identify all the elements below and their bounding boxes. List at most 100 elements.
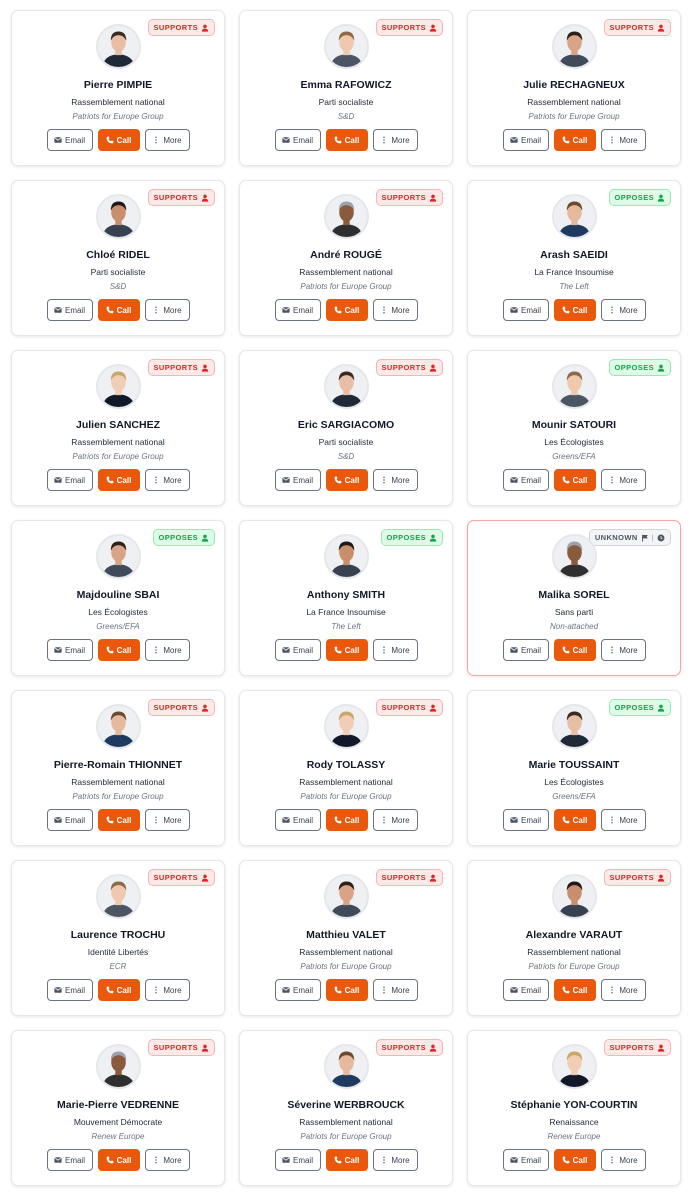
email-button[interactable]: Email <box>46 1149 93 1171</box>
mail-icon <box>510 477 518 483</box>
more-button[interactable]: More <box>600 1149 646 1171</box>
call-button[interactable]: Call <box>325 809 368 831</box>
email-button[interactable]: Email <box>274 979 321 1001</box>
mep-party: Identité Libertés <box>87 947 149 957</box>
call-button[interactable]: Call <box>553 299 596 321</box>
more-button[interactable]: More <box>600 469 646 491</box>
stance-badge[interactable]: SUPPORTS <box>147 19 215 36</box>
call-button[interactable]: Call <box>325 1149 368 1171</box>
more-button[interactable]: More <box>600 639 646 661</box>
stance-badge[interactable]: OPPOSES <box>152 529 215 546</box>
call-button[interactable]: Call <box>97 639 140 661</box>
avatar <box>551 364 597 409</box>
mep-party: Les Écologistes <box>544 777 604 787</box>
stance-badge[interactable]: SUPPORTS <box>147 869 215 886</box>
stance-badge[interactable]: UNKNOWN | <box>588 529 671 546</box>
call-button[interactable]: Call <box>553 639 596 661</box>
email-button[interactable]: Email <box>274 129 321 151</box>
more-button[interactable]: More <box>144 1149 190 1171</box>
stance-badge[interactable]: OPPOSES <box>608 699 671 716</box>
email-button[interactable]: Email <box>274 639 321 661</box>
mep-card: SUPPORTS Pierre PIMPIE Rassemblement nat… <box>11 10 225 166</box>
mep-name: Anthony SMITH <box>306 589 386 601</box>
avatar <box>323 1044 369 1089</box>
call-button[interactable]: Call <box>553 469 596 491</box>
more-button[interactable]: More <box>600 979 646 1001</box>
email-button[interactable]: Email <box>274 809 321 831</box>
call-button[interactable]: Call <box>553 1149 596 1171</box>
more-button[interactable]: More <box>144 299 190 321</box>
call-button[interactable]: Call <box>97 809 140 831</box>
stance-badge[interactable]: OPPOSES <box>608 189 671 206</box>
stance-badge[interactable]: SUPPORTS <box>375 19 443 36</box>
mep-card: OPPOSES Anthony SMITH La France Insoumis… <box>239 520 453 676</box>
more-button[interactable]: More <box>144 469 190 491</box>
more-button[interactable]: More <box>372 469 418 491</box>
email-button[interactable]: Email <box>274 469 321 491</box>
stance-badge[interactable]: OPPOSES <box>608 359 671 376</box>
stance-badge[interactable]: SUPPORTS <box>375 1039 443 1056</box>
email-button[interactable]: Email <box>46 979 93 1001</box>
mail-icon <box>510 647 518 653</box>
email-button[interactable]: Email <box>46 639 93 661</box>
call-button[interactable]: Call <box>325 299 368 321</box>
email-button[interactable]: Email <box>46 299 93 321</box>
call-button[interactable]: Call <box>553 129 596 151</box>
stance-badge[interactable]: SUPPORTS <box>603 869 671 886</box>
stance-badge[interactable]: SUPPORTS <box>147 189 215 206</box>
more-button[interactable]: More <box>144 979 190 1001</box>
email-button[interactable]: Email <box>502 639 549 661</box>
stance-badge[interactable]: SUPPORTS <box>147 699 215 716</box>
email-button[interactable]: Email <box>502 129 549 151</box>
call-button[interactable]: Call <box>553 979 596 1001</box>
stance-badge[interactable]: SUPPORTS <box>147 1039 215 1056</box>
email-button[interactable]: Email <box>46 469 93 491</box>
mep-name: Marie-Pierre VEDRENNE <box>57 1099 179 1111</box>
more-button[interactable]: More <box>600 299 646 321</box>
email-button[interactable]: Email <box>46 809 93 831</box>
call-button[interactable]: Call <box>325 129 368 151</box>
more-button[interactable]: More <box>372 129 418 151</box>
stance-badge[interactable]: SUPPORTS <box>375 869 443 886</box>
mep-card: SUPPORTS Chloé RIDEL Parti socialiste S&… <box>11 180 225 336</box>
phone-icon <box>334 306 342 314</box>
more-button[interactable]: More <box>144 639 190 661</box>
stance-badge[interactable]: SUPPORTS <box>603 19 671 36</box>
email-button[interactable]: Email <box>502 979 549 1001</box>
email-button[interactable]: Email <box>502 469 549 491</box>
stance-badge[interactable]: SUPPORTS <box>375 189 443 206</box>
stance-badge[interactable]: OPPOSES <box>380 529 443 546</box>
call-button[interactable]: Call <box>325 639 368 661</box>
email-button[interactable]: Email <box>274 299 321 321</box>
more-button[interactable]: More <box>372 639 418 661</box>
more-button[interactable]: More <box>372 979 418 1001</box>
call-button[interactable]: Call <box>553 809 596 831</box>
stance-badge[interactable]: SUPPORTS <box>375 699 443 716</box>
stance-badge[interactable]: SUPPORTS <box>147 359 215 376</box>
call-button[interactable]: Call <box>97 1149 140 1171</box>
call-button[interactable]: Call <box>97 299 140 321</box>
email-button[interactable]: Email <box>502 299 549 321</box>
call-button[interactable]: Call <box>325 469 368 491</box>
more-button[interactable]: More <box>144 129 190 151</box>
call-button[interactable]: Call <box>97 979 140 1001</box>
call-button[interactable]: Call <box>97 129 140 151</box>
call-button[interactable]: Call <box>325 979 368 1001</box>
call-button[interactable]: Call <box>97 469 140 491</box>
portrait-image <box>325 536 367 577</box>
stance-badge[interactable]: SUPPORTS <box>603 1039 671 1056</box>
more-button[interactable]: More <box>600 129 646 151</box>
more-button[interactable]: More <box>144 809 190 831</box>
email-button[interactable]: Email <box>502 1149 549 1171</box>
mep-political-group: Patriots for Europe Group <box>300 1132 392 1141</box>
more-button[interactable]: More <box>372 1149 418 1171</box>
email-button[interactable]: Email <box>502 809 549 831</box>
more-button[interactable]: More <box>600 809 646 831</box>
avatar <box>95 364 141 409</box>
more-button[interactable]: More <box>372 809 418 831</box>
mail-icon <box>282 817 290 823</box>
email-button[interactable]: Email <box>46 129 93 151</box>
email-button[interactable]: Email <box>274 1149 321 1171</box>
more-button[interactable]: More <box>372 299 418 321</box>
stance-badge[interactable]: SUPPORTS <box>375 359 443 376</box>
